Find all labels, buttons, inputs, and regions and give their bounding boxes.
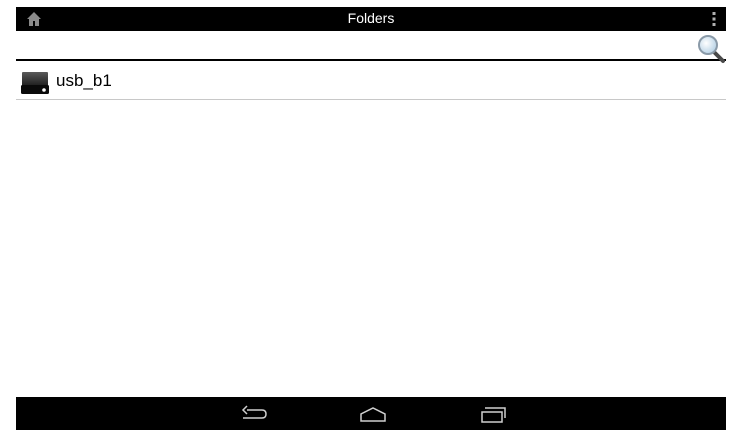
- back-icon[interactable]: [236, 403, 270, 425]
- search-input[interactable]: [20, 34, 680, 58]
- search-bar: [16, 31, 726, 64]
- magnifier-icon[interactable]: [694, 32, 726, 64]
- list-item[interactable]: usb_b1: [16, 63, 726, 100]
- system-navigation-bar: [16, 397, 726, 430]
- page-title: Folders: [347, 10, 395, 26]
- action-bar: Folders: [16, 7, 726, 31]
- overflow-menu-icon[interactable]: [710, 10, 718, 28]
- usb-drive-icon: [20, 68, 50, 96]
- home-outline-icon[interactable]: [356, 403, 390, 425]
- list-item-label: usb_b1: [56, 71, 112, 90]
- recent-apps-icon[interactable]: [476, 403, 510, 425]
